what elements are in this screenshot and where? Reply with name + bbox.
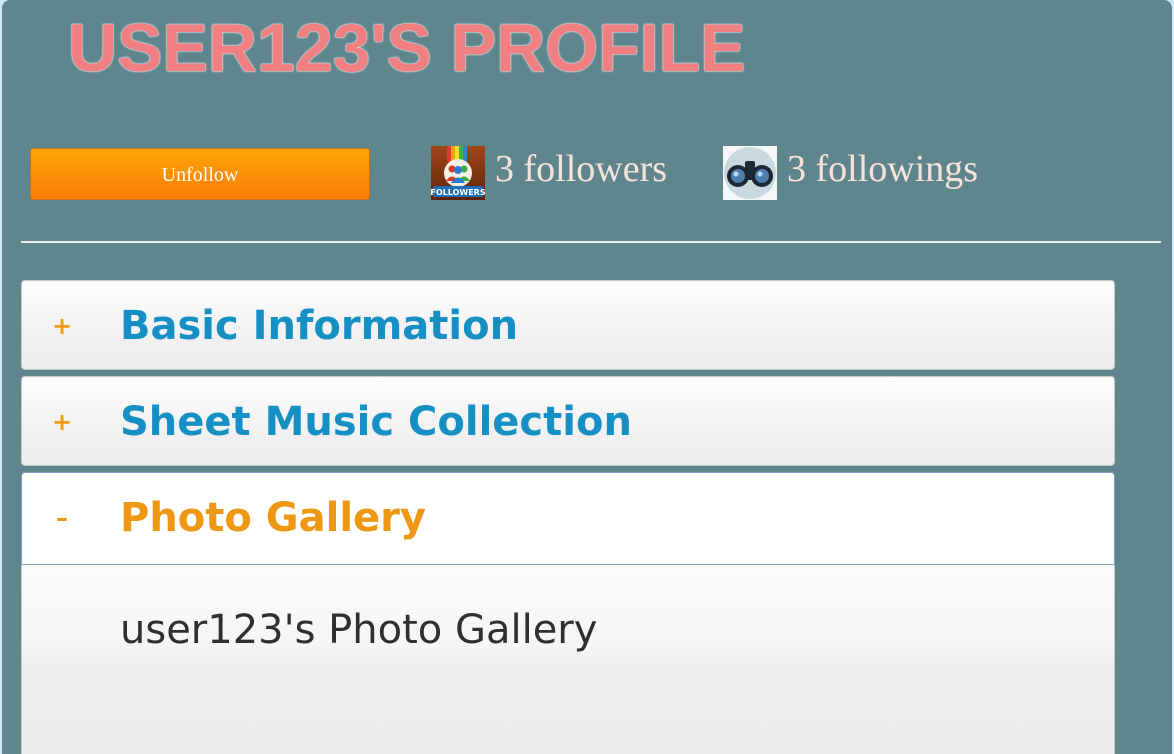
expand-plus-icon: + [52,312,73,340]
section-title: Basic Information [120,303,519,349]
photo-gallery-heading: user123's Photo Gallery [120,607,598,653]
divider [21,241,1161,243]
section-sheet-music-collection[interactable]: + Sheet Music Collection [21,376,1115,466]
section-basic-information[interactable]: + Basic Information [21,280,1115,370]
followers-count: 3 followers [495,148,668,190]
followings-stat[interactable]: 3 followings [723,146,978,200]
section-title: Photo Gallery [120,495,426,541]
section-title: Sheet Music Collection [120,399,632,445]
collapse-minus-icon: – [56,504,68,532]
followers-badge-icon: FOLLOWERS [431,146,485,200]
profile-page: USER123'S PROFILE Unfollow FOLLOWERS 3 f… [2,0,1172,754]
binoculars-icon [723,146,777,200]
page-title: USER123'S PROFILE [68,10,746,86]
profile-accordion: + Basic Information + Sheet Music Collec… [21,280,1115,754]
followers-stat[interactable]: FOLLOWERS 3 followers [431,146,667,200]
svg-text:FOLLOWERS: FOLLOWERS [431,188,485,197]
photo-gallery-panel: user123's Photo Gallery [21,565,1115,754]
section-photo-gallery[interactable]: – Photo Gallery [21,472,1115,565]
unfollow-button[interactable]: Unfollow [30,148,370,200]
expand-plus-icon: + [52,408,73,436]
followings-count: 3 followings [787,148,979,190]
